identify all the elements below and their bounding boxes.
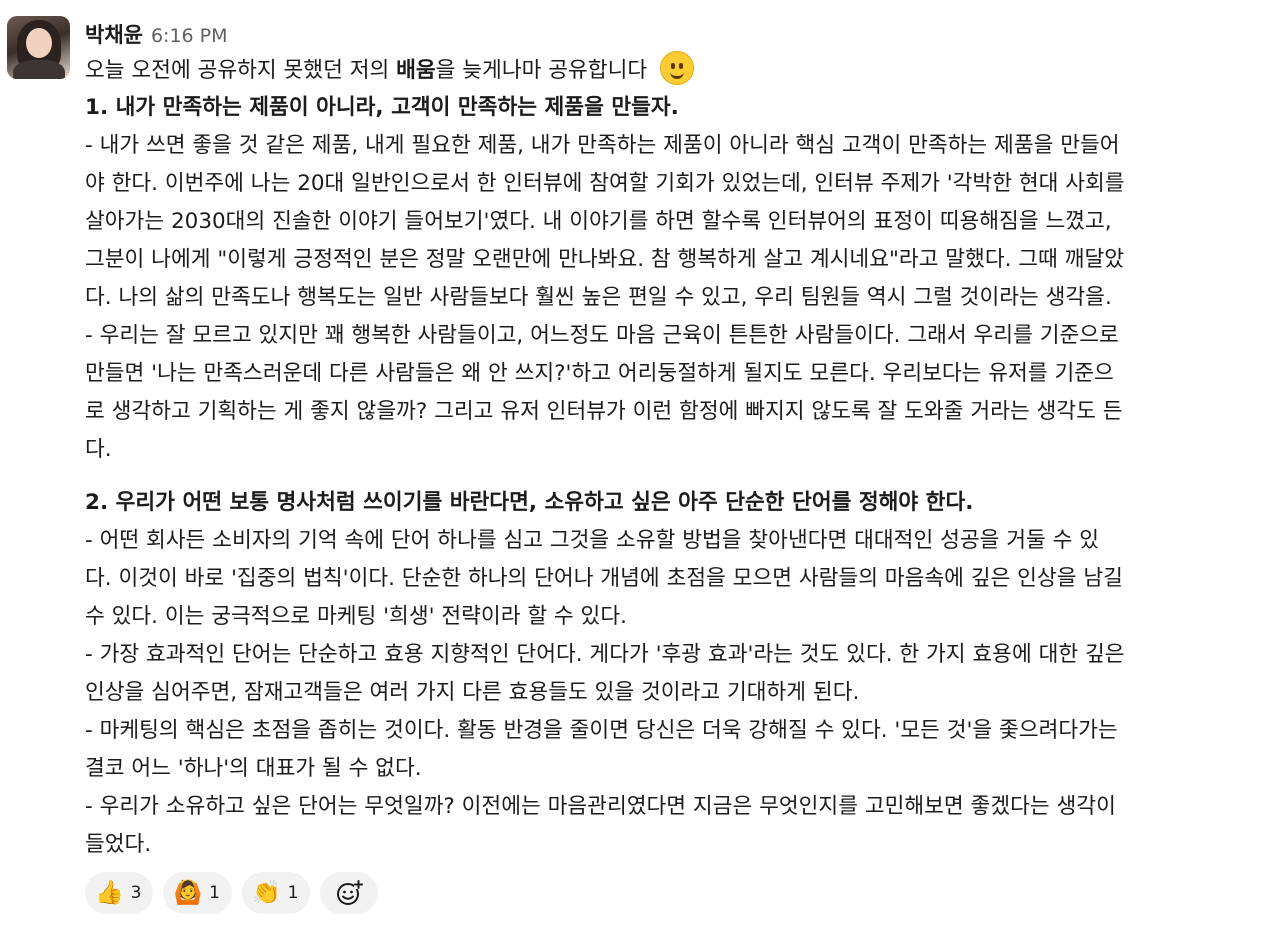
reaction-thumbs-up[interactable]: 👍 3 (85, 872, 154, 914)
message-line: 만들면 '나는 만족스러운데 다른 사람들은 왜 안 쓰지?'하고 어리둥절하게… (85, 361, 1114, 386)
message-line: 인상을 심어주면, 잠재고객들은 여러 가지 다른 효용들도 있을 것이라고 기… (85, 680, 860, 705)
reaction-count: 3 (130, 883, 142, 903)
message-line: 다. 나의 삶의 만족도나 행복도는 일반 사람들보다 훨씬 높은 편일 수 있… (85, 285, 1112, 310)
message-line: 들었다. (85, 832, 152, 857)
message-body: 오늘 오전에 공유하지 못했던 저의 배움을 늦게나마 공유합니다 1. 내가 … (85, 51, 1265, 864)
message-line: - 우리는 잘 모르고 있지만 꽤 행복한 사람들이고, 어느정도 마음 근육이… (85, 323, 1119, 348)
reaction-clapping-hands[interactable]: 👏 1 (241, 872, 311, 914)
reaction-count: 1 (287, 883, 299, 903)
message-line: - 가장 효과적인 단어는 단순하고 효용 지향적인 단어다. 게다가 '후광 … (85, 642, 1125, 667)
message-line: - 우리가 소유하고 싶은 단어는 무엇일까? 이전에는 마음관리였다면 지금은… (85, 794, 1116, 819)
message-line: 결코 어느 '하나'의 대표가 될 수 없다. (85, 756, 422, 781)
message-line: 다. (85, 437, 112, 462)
intro-line: 오늘 오전에 공유하지 못했던 저의 배움을 늦게나마 공유합니다 (85, 51, 1265, 89)
avatar[interactable] (7, 16, 70, 79)
section-heading-2: 2. 우리가 어떤 보통 명사처럼 쓰이기를 바란다면, 소유하고 싶은 아주 … (85, 490, 974, 515)
message-line: - 마케팅의 핵심은 초점을 좁히는 것이다. 활동 반경을 줄이면 당신은 더… (85, 718, 1118, 743)
smiling-face-icon (659, 51, 694, 85)
message-line: 그분이 나에게 "이렇게 긍정적인 분은 정말 오랜만에 만나봐요. 참 행복하… (85, 247, 1125, 272)
reaction-person-bowing[interactable]: 🙆 1 (163, 872, 232, 914)
message-line: 수 있다. 이는 궁극적으로 마케팅 '희생' 전략이라 할 수 있다. (85, 604, 627, 629)
add-reaction-icon (337, 880, 364, 905)
message-line: 야 한다. 이번주에 나는 20대 일반인으로서 한 인터뷰에 참여할 기회가 … (85, 171, 1125, 196)
author-name[interactable]: 박채윤 (85, 19, 143, 49)
message-line: 다. 이것이 바로 '집중의 법칙'이다. 단순한 하나의 단어나 개념에 초점… (85, 566, 1123, 591)
message-header: 박채윤 6:16 PM (85, 19, 228, 49)
message-timestamp[interactable]: 6:16 PM (151, 25, 228, 47)
add-reaction-button[interactable] (320, 872, 379, 914)
person-bowing-icon: 🙆 (173, 879, 203, 906)
reactions-bar: 👍 3 🙆 1 👏 1 (85, 872, 379, 914)
message-line: 살아가는 2030대의 진솔한 이야기 들어보기'였다. 내 이야기를 하면 할… (85, 209, 1112, 234)
message-line: 로 생각하고 기획하는 게 좋지 않을까? 그리고 유저 인터뷰가 이런 함정에… (85, 399, 1123, 424)
clapping-hands-icon: 👏 (251, 879, 281, 906)
thumbs-up-icon: 👍 (95, 879, 124, 906)
message-line: - 내가 쓰면 좋을 것 같은 제품, 내게 필요한 제품, 내가 만족하는 제… (85, 133, 1120, 158)
reaction-count: 1 (209, 883, 220, 903)
message-line: - 어떤 회사든 소비자의 기억 속에 단어 하나를 심고 그것을 소유할 방법… (85, 528, 1100, 553)
section-heading-1: 1. 내가 만족하는 제품이 아니라, 고객이 만족하는 제품을 만들자. (85, 95, 679, 120)
